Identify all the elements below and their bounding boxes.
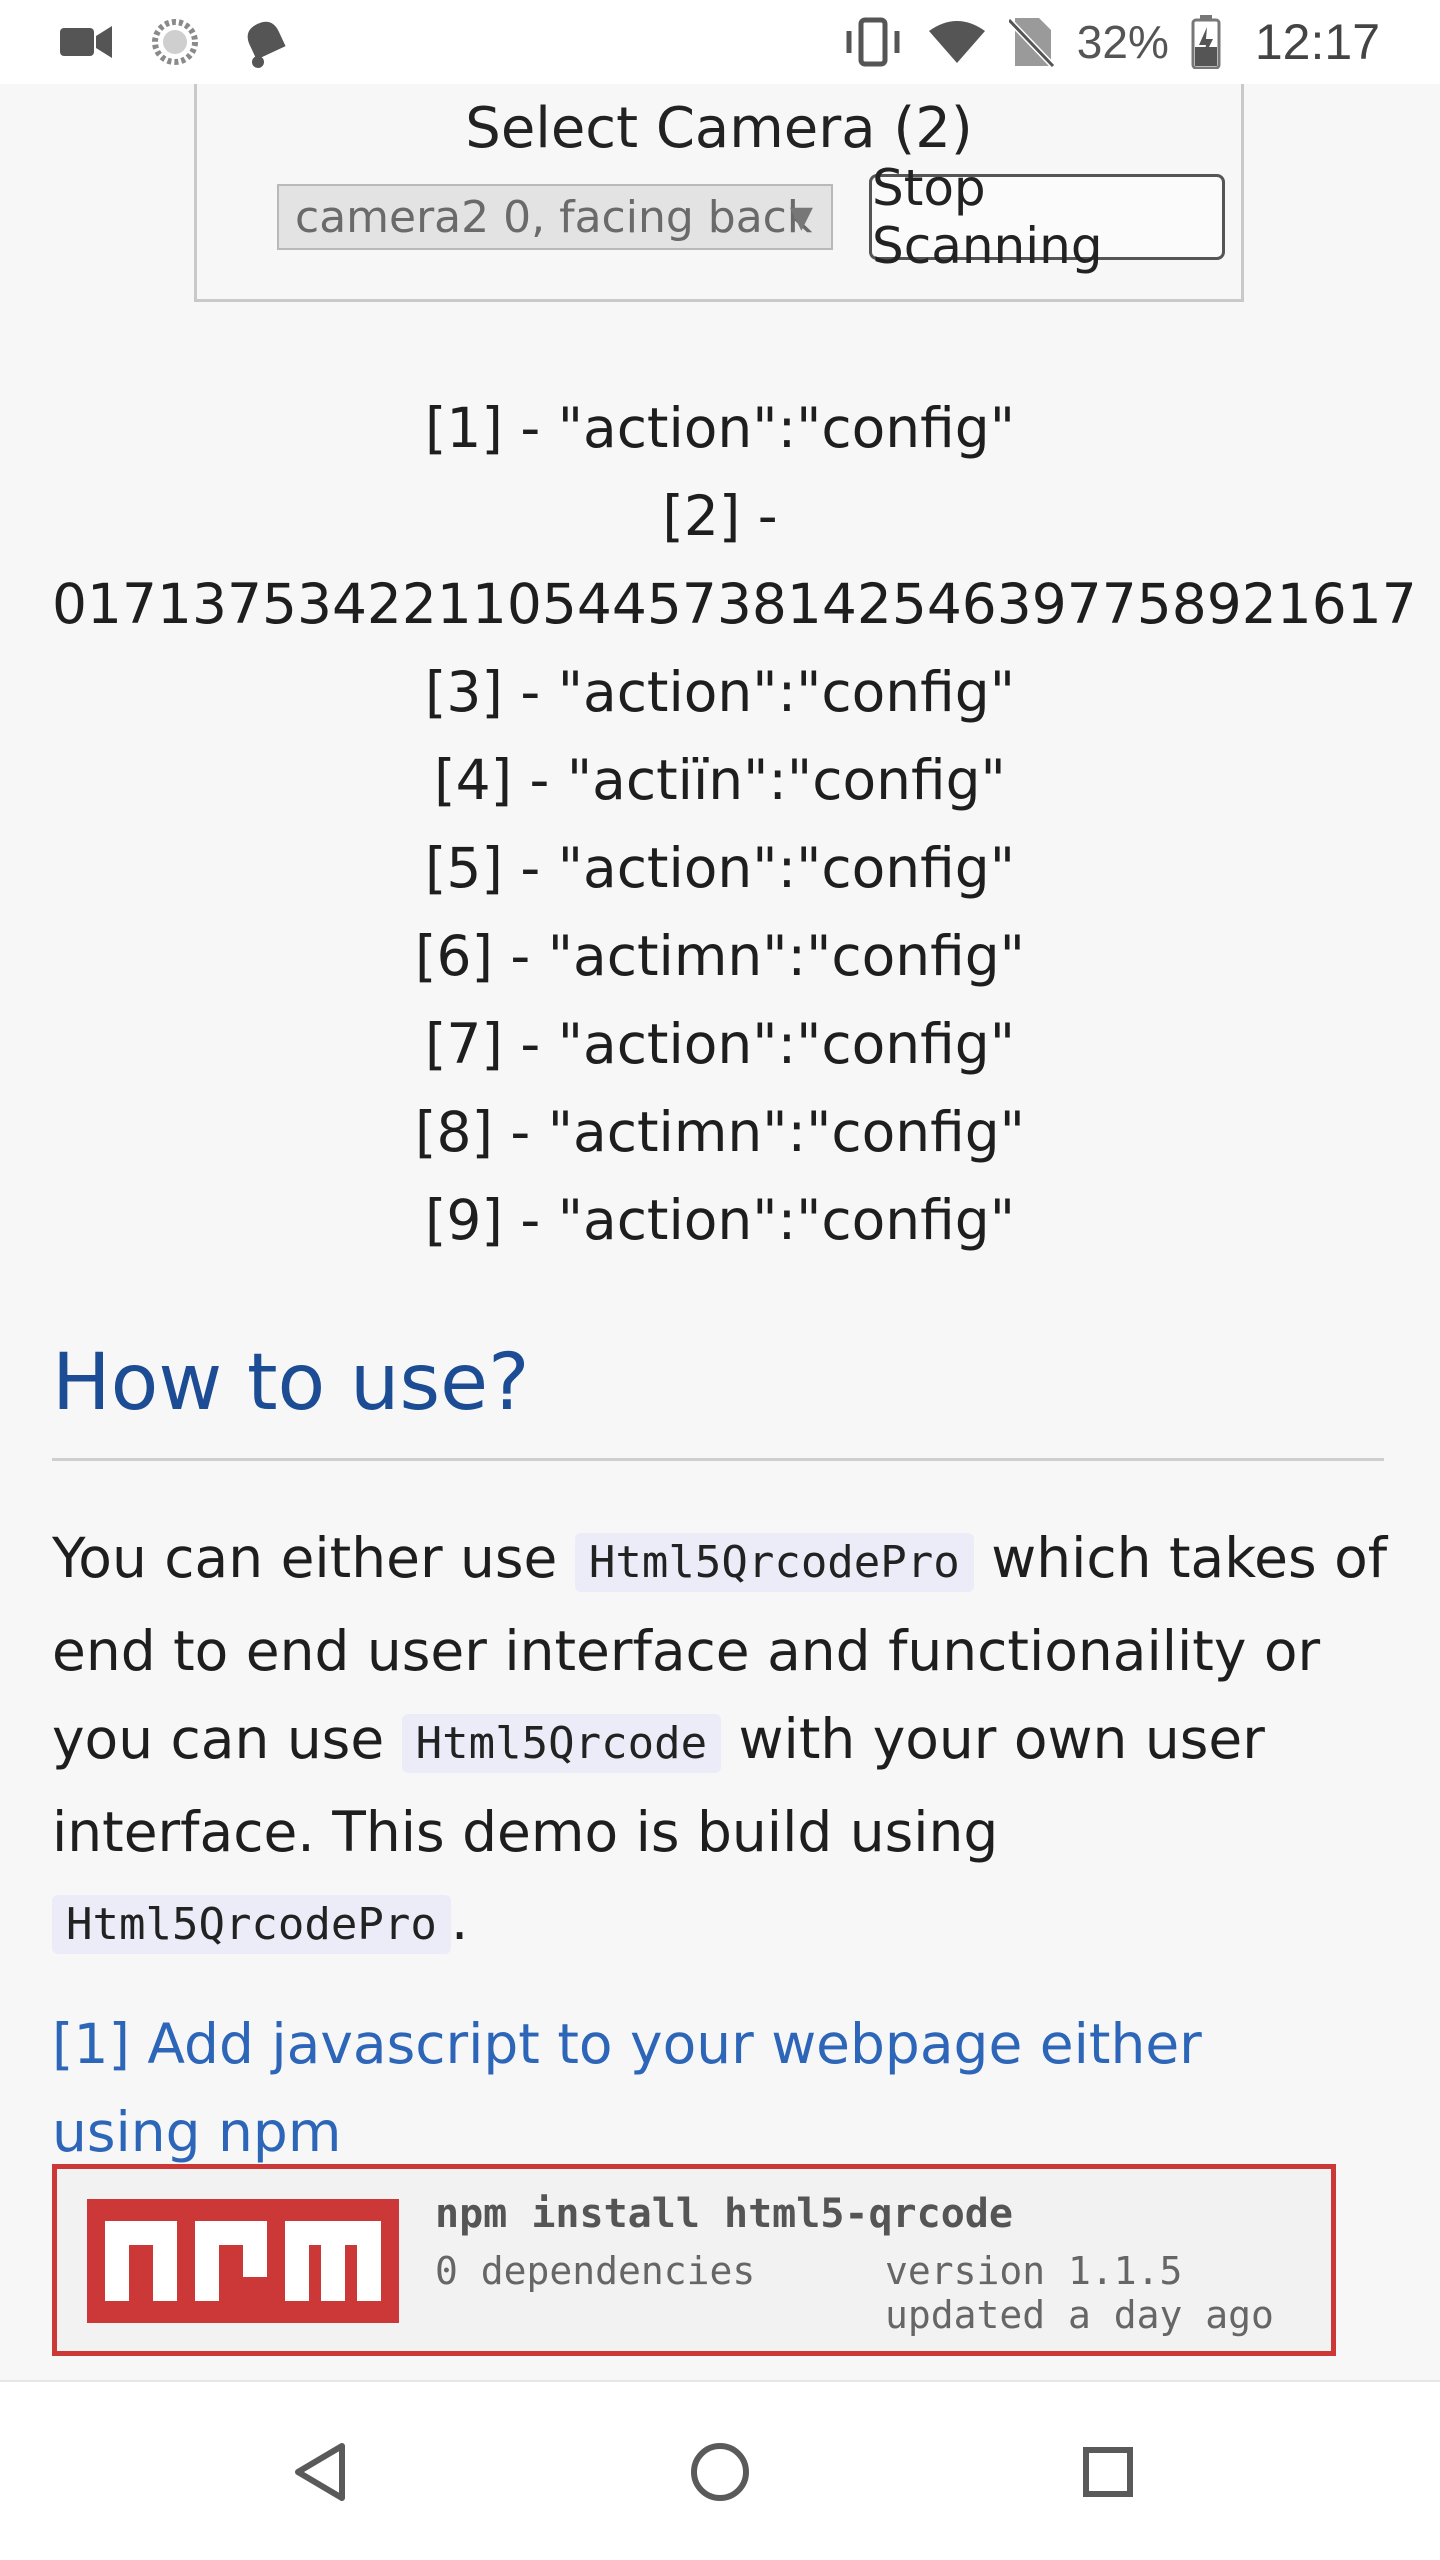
page-content[interactable]: Select Camera (2) camera2 0, facing back… <box>0 84 1440 2380</box>
result-line: [5] - "action":"config" <box>424 836 1016 900</box>
code-html5qrcodepro: Html5QrcodePro <box>574 1533 974 1592</box>
section-divider <box>52 1458 1384 1461</box>
status-bar-notifications <box>60 14 292 70</box>
stop-scanning-button[interactable]: Stop Scanning <box>869 159 1225 275</box>
npm-badge[interactable]: npm install html5-qrcode 0 dependencies … <box>52 2164 1336 2356</box>
result-line: [9] - "action":"config" <box>424 1188 1016 1252</box>
status-bar: 32% 12:17 <box>0 0 1440 84</box>
home-icon[interactable] <box>680 2432 760 2512</box>
navigation-bar <box>0 2380 1440 2560</box>
dropdown-caret-icon: ▼ <box>789 199 813 235</box>
npm-dependencies: 0 dependencies <box>435 2249 756 2293</box>
video-camera-icon <box>60 24 114 60</box>
npm-logo <box>87 2199 399 2327</box>
npm-version: version 1.1.5 <box>885 2249 1183 2293</box>
notification-bell-icon <box>236 14 292 70</box>
no-sim-icon <box>1008 16 1055 68</box>
result-line: [1] - "action":"config" <box>424 396 1016 460</box>
npm-install-command: npm install html5-qrcode <box>435 2191 1013 2237</box>
step-1-link[interactable]: [1] Add javascript to your webpage eithe… <box>52 2000 1352 2176</box>
result-line: [8] - "actimn":"config" <box>415 1100 1025 1164</box>
battery-percent: 32% <box>1076 16 1169 68</box>
result-line: [6] - "actimn":"config" <box>415 924 1025 988</box>
camera-select[interactable]: camera2 0, facing back ▼ <box>277 184 833 250</box>
code-html5qrcodepro: Html5QrcodePro <box>52 1895 451 1954</box>
vibrate-icon <box>841 17 905 67</box>
back-icon[interactable] <box>280 2432 360 2512</box>
result-line: 017137534221105445738142546397758921617 <box>52 572 1417 636</box>
result-line: [7] - "action":"config" <box>424 1012 1016 1076</box>
clock: 12:17 <box>1254 14 1380 70</box>
paragraph-text: You can either use <box>52 1526 575 1590</box>
scan-results: [1] - "action":"config" [2] - 0171375342… <box>0 384 1440 1264</box>
section-heading: How to use? <box>52 1338 530 1428</box>
result-line: [3] - "action":"config" <box>424 660 1016 724</box>
camera-select-value: camera2 0, facing back <box>295 191 813 243</box>
scanner-dashboard: Select Camera (2) camera2 0, facing back… <box>194 84 1244 302</box>
paragraph-text: . <box>450 1888 469 1952</box>
recents-icon[interactable] <box>1068 2432 1148 2512</box>
npm-updated: updated a day ago <box>885 2293 1274 2337</box>
result-line: [2] - <box>662 484 778 548</box>
sync-icon <box>150 17 200 67</box>
result-line: [4] - "actiïn":"config" <box>434 748 1006 812</box>
how-to-use-paragraph: You can either use Html5QrcodePro which … <box>52 1514 1392 1969</box>
status-bar-system: 32% 12:17 <box>841 14 1380 70</box>
select-camera-label: Select Camera (2) <box>465 96 973 161</box>
wifi-icon <box>927 19 987 65</box>
battery-charging-icon <box>1191 15 1221 69</box>
code-html5qrcode: Html5Qrcode <box>401 1714 722 1773</box>
